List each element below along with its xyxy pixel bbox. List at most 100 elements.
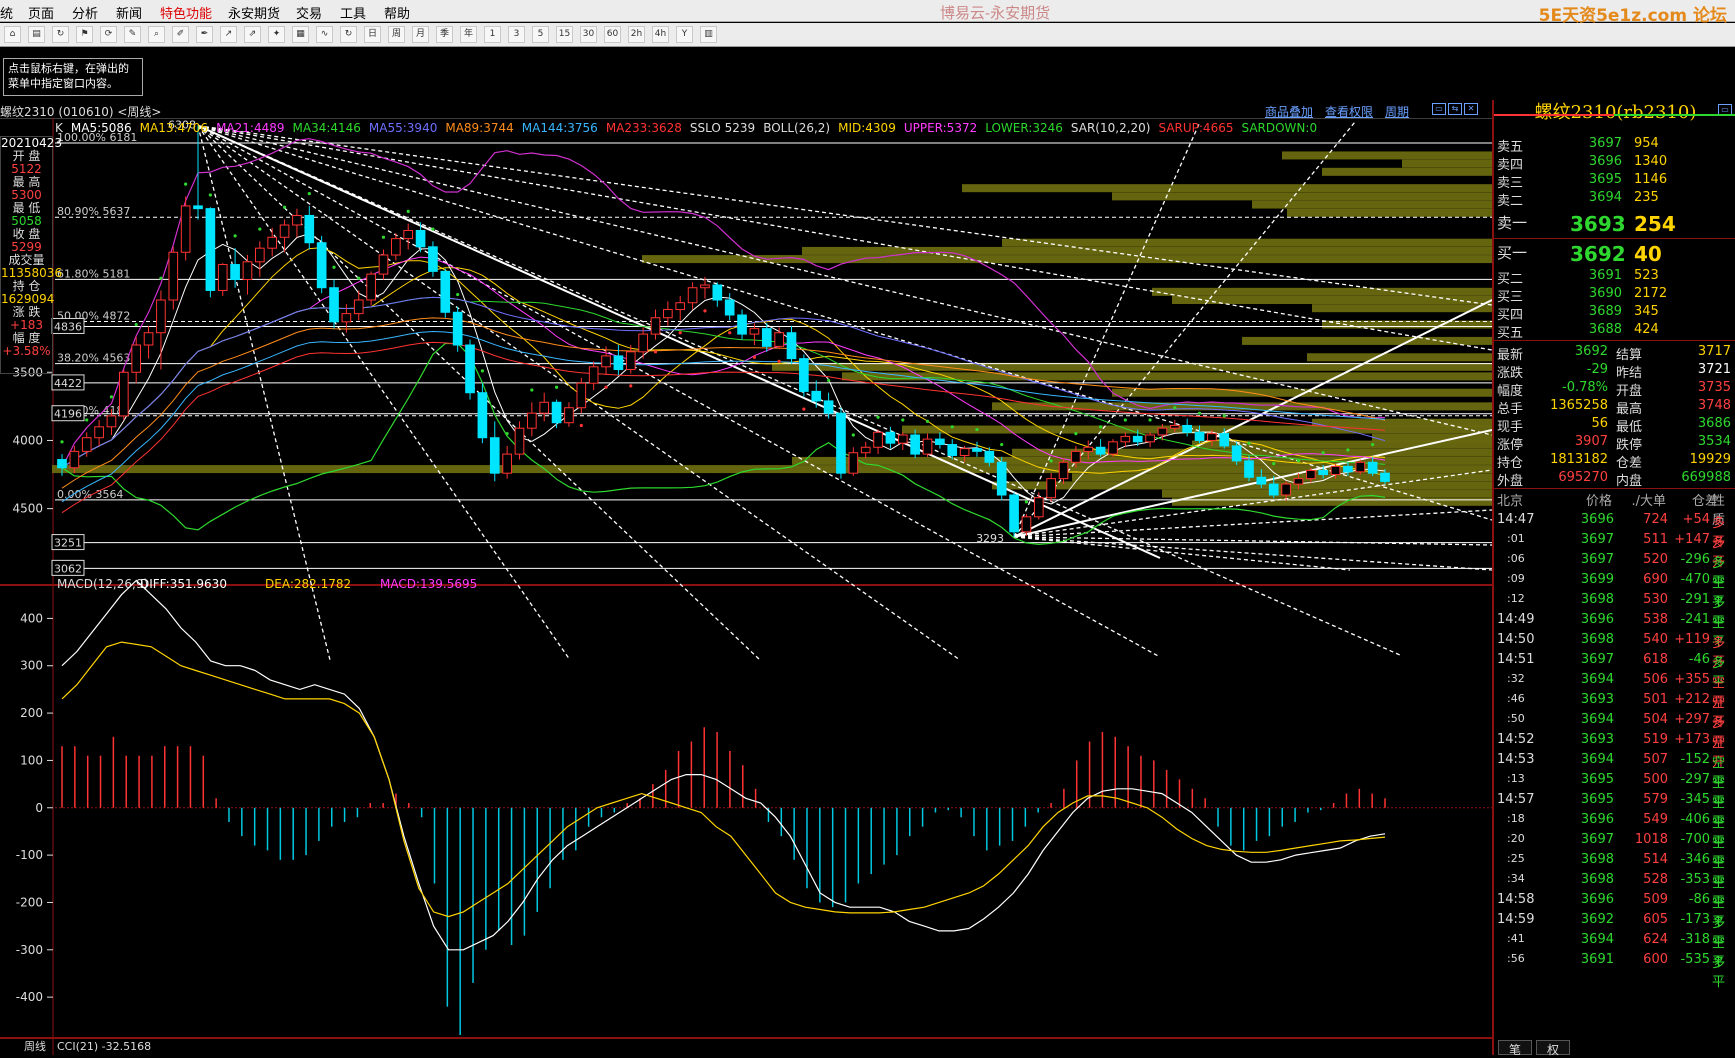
tick-time: 14:53 (1497, 752, 1535, 767)
fib-label: 80.90% 5637 (57, 205, 130, 218)
toolbar-tick-button[interactable]: ↻ (340, 26, 357, 43)
toolbar-15-button[interactable]: 15 (556, 26, 573, 43)
toolbar-grid-button[interactable]: ▦ (292, 26, 309, 43)
menu-item-news[interactable]: 新闻 (116, 3, 142, 22)
bid-row: 买四 3689 345 (1494, 304, 1735, 323)
toolbar-pen-button[interactable]: ✒ (196, 26, 213, 43)
bottom-tab[interactable]: 笔 (1498, 1040, 1532, 1057)
tick-price: 3694 (1580, 752, 1614, 767)
toolbar-5-button[interactable]: 5 (532, 26, 549, 43)
chart-area[interactable]: 450040003500100.00% 618180.90% 563761.80… (0, 100, 1492, 1055)
stat-row: 总手 1365258 最高 3748 (1494, 398, 1735, 417)
sar-dot (1099, 425, 1103, 429)
tick-time: :46 (1507, 692, 1525, 705)
toolbar-tick-button[interactable]: ↻ (52, 26, 69, 43)
tick-volume: 1018 (1634, 832, 1668, 847)
tick-delta: -46 (1688, 652, 1710, 667)
menu-item-analysis[interactable]: 分析 (72, 3, 98, 22)
menu-item-yongan[interactable]: 永安期货 (228, 3, 280, 22)
tick-delta: +173 (1674, 732, 1710, 747)
bottom-tab[interactable]: 权 (1536, 1040, 1570, 1057)
toolbar-day-button[interactable]: 日 (364, 26, 381, 43)
toolbar-tr-button[interactable]: ↗ (220, 26, 237, 43)
candle-body (168, 251, 179, 301)
tick-volume: 500 (1643, 772, 1668, 787)
volume-profile-bar (1322, 167, 1492, 176)
ma-legend-item: MA5:5086 (70, 121, 132, 135)
menu-item-tools[interactable]: 工具 (340, 3, 366, 22)
tip-area: 点击鼠标右键，在弹出的菜单中指定窗口内容。 (0, 48, 1735, 100)
stat-value: 3717 (1697, 344, 1731, 359)
toolbar-exp-button[interactable]: ⇗ (244, 26, 261, 43)
toolbar-draw-button[interactable]: ✐ (172, 26, 189, 43)
menu-bar: 统 页面 分析 新闻 特色功能 永安期货 交易 工具 帮助 博易云-永安期货 5… (0, 0, 1735, 26)
candle-body (761, 328, 772, 347)
toolbar-db-button[interactable]: ▤ (28, 26, 45, 43)
ma-legend-item: SAR(10,2,20) (1070, 121, 1151, 135)
toolbar-Y-button[interactable]: Y (676, 26, 693, 43)
sar-dot (480, 369, 484, 373)
candle-body (551, 401, 562, 424)
menu-item-trade[interactable]: 交易 (296, 3, 322, 22)
stat-label: 最高 (1616, 402, 1643, 417)
sar-dot (307, 192, 311, 196)
ask-row: 卖五 3697 954 (1494, 136, 1735, 155)
gann-fan-line-low (1014, 536, 1492, 571)
toolbar-1-button[interactable]: 1 (484, 26, 501, 43)
bid-price: 3689 (1588, 304, 1622, 319)
tick-delta: -700 (1680, 832, 1710, 847)
macd-y-label: 0 (35, 801, 43, 815)
tick-delta: -406 (1680, 812, 1710, 827)
candle-body (724, 299, 735, 316)
candle-body (786, 332, 797, 360)
candle-body (910, 434, 920, 455)
toolbar-home-button[interactable]: ⌂ (4, 26, 21, 43)
toolbar-flag-button[interactable]: ⚑ (76, 26, 93, 43)
tick-time: :20 (1507, 832, 1525, 845)
bid-volume: 424 (1634, 322, 1659, 337)
tick-delta: -535 (1680, 952, 1710, 967)
toolbar-cal-button[interactable]: ▥ (700, 26, 717, 43)
toolbar-30-button[interactable]: 30 (580, 26, 597, 43)
y-tick-label: 4500 (12, 502, 43, 516)
bid-label: 买三 (1497, 290, 1524, 305)
stat-row: 幅度 -0.78% 开盘 3735 (1494, 380, 1735, 399)
stat-label: 开盘 (1616, 384, 1643, 399)
menu-item-help[interactable]: 帮助 (384, 3, 410, 22)
tick-volume: 528 (1643, 872, 1668, 887)
macd-y-label: 100 (20, 753, 43, 767)
menu-item-system[interactable]: 统 (0, 3, 13, 22)
toolbar-4h-button[interactable]: 4h (652, 26, 669, 43)
tick-row: :25 3698 514 -346 空平 (1494, 852, 1735, 890)
menu-item-page[interactable]: 页面 (28, 3, 54, 22)
candle-body (1194, 431, 1205, 441)
toolbar-month-button[interactable]: 月 (412, 26, 429, 43)
gann-fan-line (197, 125, 1492, 436)
sar-dot (530, 388, 534, 392)
tick-delta: +54 (1682, 512, 1710, 527)
tick-price: 3691 (1580, 952, 1614, 967)
toolbar-lines-button[interactable]: ∿ (316, 26, 333, 43)
toolbar-year-button[interactable]: 年 (460, 26, 477, 43)
toolbar-60-button[interactable]: 60 (604, 26, 621, 43)
toolbar-nav-button[interactable]: ✦ (268, 26, 285, 43)
tick-volume: 724 (1643, 512, 1668, 527)
sar-dot (357, 276, 361, 280)
toolbar-zoom-button[interactable]: ⌕ (148, 26, 165, 43)
stat-value: 19929 (1689, 452, 1731, 467)
menu-item-special[interactable]: 特色功能 (160, 3, 212, 22)
toolbar-3-button[interactable]: 3 (508, 26, 525, 43)
sar-dot (1272, 462, 1276, 466)
sar-dot (282, 205, 287, 209)
toolbar-sync-button[interactable]: ⟳ (100, 26, 117, 43)
toolbar-week-button[interactable]: 周 (388, 26, 405, 43)
tick-row: 14:59 3692 605 -173 多平 (1494, 912, 1735, 950)
tick-time: 14:59 (1497, 912, 1535, 927)
toolbar-2h-button[interactable]: 2h (628, 26, 645, 43)
level-box-label: 4196 (54, 408, 82, 421)
sar-dot (60, 440, 64, 444)
tick-time: 14:52 (1497, 732, 1535, 747)
tick-volume: 624 (1643, 932, 1668, 947)
toolbar-ed-button[interactable]: ✎ (124, 26, 141, 43)
toolbar-season-button[interactable]: 季 (436, 26, 453, 43)
